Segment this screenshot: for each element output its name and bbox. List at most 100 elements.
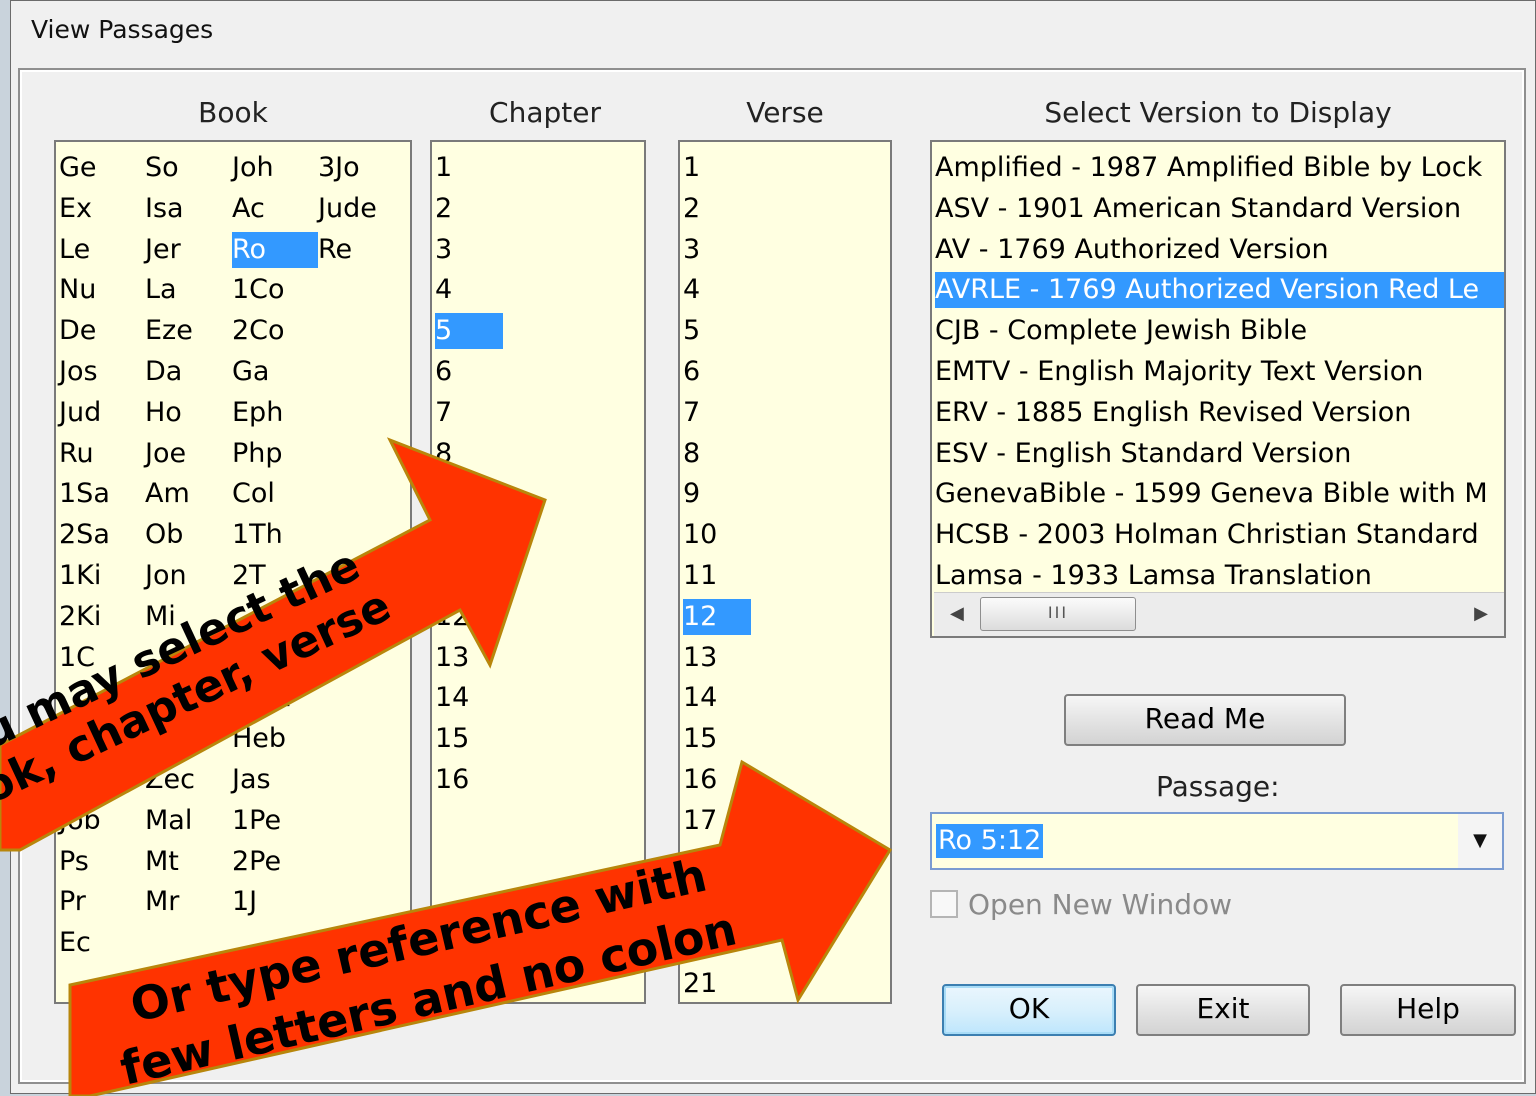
passage-input[interactable]: Ro 5:12 (936, 824, 1044, 858)
chapter-item[interactable]: 12 (435, 599, 469, 635)
version-item[interactable]: Amplified - 1987 Amplified Bible by Lock (935, 150, 1482, 186)
verse-item[interactable]: 8 (683, 436, 700, 472)
book-item[interactable]: Ga (232, 354, 269, 390)
verse-item[interactable]: 10 (683, 517, 717, 553)
verse-item[interactable]: 21 (683, 966, 717, 1002)
help-button[interactable]: Help (1340, 984, 1516, 1036)
exit-button[interactable]: Exit (1136, 984, 1310, 1036)
version-list-horizontal-scrollbar[interactable]: ◀ III ▶ (934, 592, 1504, 636)
chapter-item[interactable]: 3 (435, 232, 452, 268)
book-item[interactable]: So (145, 150, 179, 186)
version-item[interactable]: Lamsa - 1933 Lamsa Translation (935, 558, 1372, 594)
scroll-left-icon[interactable]: ◀ (950, 603, 964, 624)
verse-item[interactable]: 14 (683, 680, 717, 716)
version-item[interactable]: GenevaBible - 1599 Geneva Bible with M (935, 476, 1488, 512)
book-item[interactable]: Jas (232, 762, 271, 798)
version-item[interactable]: ASV - 1901 American Standard Version (935, 191, 1461, 227)
verse-item[interactable]: 4 (683, 272, 700, 308)
verse-item[interactable]: 11 (683, 558, 717, 594)
scrollbar-thumb[interactable]: III (980, 597, 1136, 631)
book-item[interactable]: 1Co (232, 272, 285, 308)
book-item[interactable]: Zec (145, 762, 195, 798)
verse-item[interactable]: 2 (683, 191, 700, 227)
book-item[interactable]: Eze (145, 313, 193, 349)
book-item[interactable]: Pr (59, 884, 86, 920)
book-item[interactable]: Ac (232, 191, 265, 227)
book-item[interactable]: La (145, 272, 177, 308)
book-item[interactable]: Ps (59, 844, 89, 880)
book-item[interactable]: 1Pe (232, 803, 281, 839)
book-list[interactable]: Ge Ex Le Nu De Jos Jud Ru 1Sa 2Sa 1Ki 2Ki 1C Es Job Ps P… (54, 140, 412, 1004)
verse-item[interactable]: 9 (683, 476, 700, 512)
book-item[interactable]: 1C (59, 640, 95, 676)
book-item[interactable]: Phm (232, 680, 292, 716)
book-item[interactable]: Jon (145, 558, 187, 594)
chevron-down-icon[interactable]: ▼ (1458, 814, 1502, 868)
book-item[interactable]: Col (232, 476, 275, 512)
book-item[interactable]: Jude (318, 191, 377, 227)
ok-button[interactable]: OK (942, 984, 1116, 1036)
version-item[interactable]: ESV - English Standard Version (935, 436, 1351, 472)
verse-item[interactable]: 13 (683, 640, 717, 676)
book-item[interactable]: 2Co (232, 313, 285, 349)
book-item[interactable]: Php (232, 436, 283, 472)
chapter-list[interactable]: 1 2 3 4 5 6 7 8 12 13 14 15 16 (430, 140, 646, 1004)
verse-list[interactable]: 1 2 3 4 5 6 7 8 9 10 11 12 13 14 15 16 17 21 (678, 140, 892, 1004)
book-item[interactable]: Isa (145, 191, 184, 227)
verse-item[interactable]: 5 (683, 313, 700, 349)
version-item[interactable]: CJB - Complete Jewish Bible (935, 313, 1307, 349)
version-item[interactable]: HCSB - 2003 Holman Christian Standard (935, 517, 1479, 553)
book-item[interactable]: Hag (145, 721, 199, 757)
book-item[interactable]: 1Ki (59, 558, 101, 594)
book-item[interactable]: 2Ki (59, 599, 101, 635)
chapter-item[interactable]: 7 (435, 395, 452, 431)
book-item[interactable]: Ex (59, 191, 92, 227)
book-item[interactable]: Jer (145, 232, 181, 268)
book-item[interactable]: Joe (145, 436, 186, 472)
book-item[interactable]: Jud (59, 395, 101, 431)
chapter-item[interactable]: 13 (435, 640, 469, 676)
book-item[interactable]: Mt (145, 844, 179, 880)
version-item[interactable]: AVRLE - 1769 Authorized Version Red Le (935, 272, 1504, 309)
open-new-window-checkbox[interactable] (930, 890, 958, 918)
verse-item[interactable]: 3 (683, 232, 700, 268)
chapter-item[interactable]: 1 (435, 150, 452, 186)
verse-item[interactable]: 6 (683, 354, 700, 390)
book-item[interactable]: Ro (232, 231, 318, 268)
book-item[interactable]: 2Sa (59, 517, 110, 553)
book-item[interactable]: Am (145, 476, 190, 512)
book-item[interactable]: Le (59, 232, 90, 268)
book-item[interactable]: Mr (145, 884, 179, 920)
version-item[interactable]: ERV - 1885 English Revised Version (935, 395, 1411, 431)
book-item[interactable]: De (59, 313, 96, 349)
book-item[interactable]: Nu (59, 272, 96, 308)
book-item[interactable]: Re (318, 232, 352, 268)
book-item[interactable]: 3Jo (318, 150, 360, 186)
chapter-item[interactable]: 16 (435, 762, 469, 798)
version-list[interactable]: ◀ III ▶ Amplified - 1987 Amplified Bible… (930, 140, 1506, 638)
chapter-item[interactable]: 8 (435, 436, 452, 472)
book-item[interactable]: 2T (232, 558, 266, 594)
book-item[interactable]: 1Th (232, 517, 283, 553)
book-item[interactable]: Eph (232, 395, 283, 431)
book-item[interactable]: Ru (59, 436, 94, 472)
book-item[interactable]: Jos (59, 354, 98, 390)
book-item[interactable]: Ho (145, 395, 182, 431)
verse-item[interactable]: 12 (683, 598, 751, 635)
version-item[interactable]: EMTV - English Majority Text Version (935, 354, 1423, 390)
book-item[interactable]: 2Pe (232, 844, 281, 880)
book-item[interactable]: Job (59, 803, 101, 839)
book-item[interactable]: Ec (59, 925, 91, 961)
chapter-item[interactable]: 14 (435, 680, 469, 716)
book-item[interactable]: Ob (145, 517, 183, 553)
book-item[interactable]: Mi (145, 599, 176, 635)
book-item[interactable]: Mal (145, 803, 192, 839)
verse-item[interactable]: 1 (683, 150, 700, 186)
verse-item[interactable]: 7 (683, 395, 700, 431)
book-item[interactable]: Joh (232, 150, 274, 186)
book-item[interactable]: Da (145, 354, 182, 390)
book-item[interactable]: Heb (232, 721, 286, 757)
verse-item[interactable]: 17 (683, 803, 717, 839)
passage-combobox[interactable]: Ro 5:12 ▼ (930, 812, 1504, 870)
scroll-right-icon[interactable]: ▶ (1474, 603, 1488, 624)
